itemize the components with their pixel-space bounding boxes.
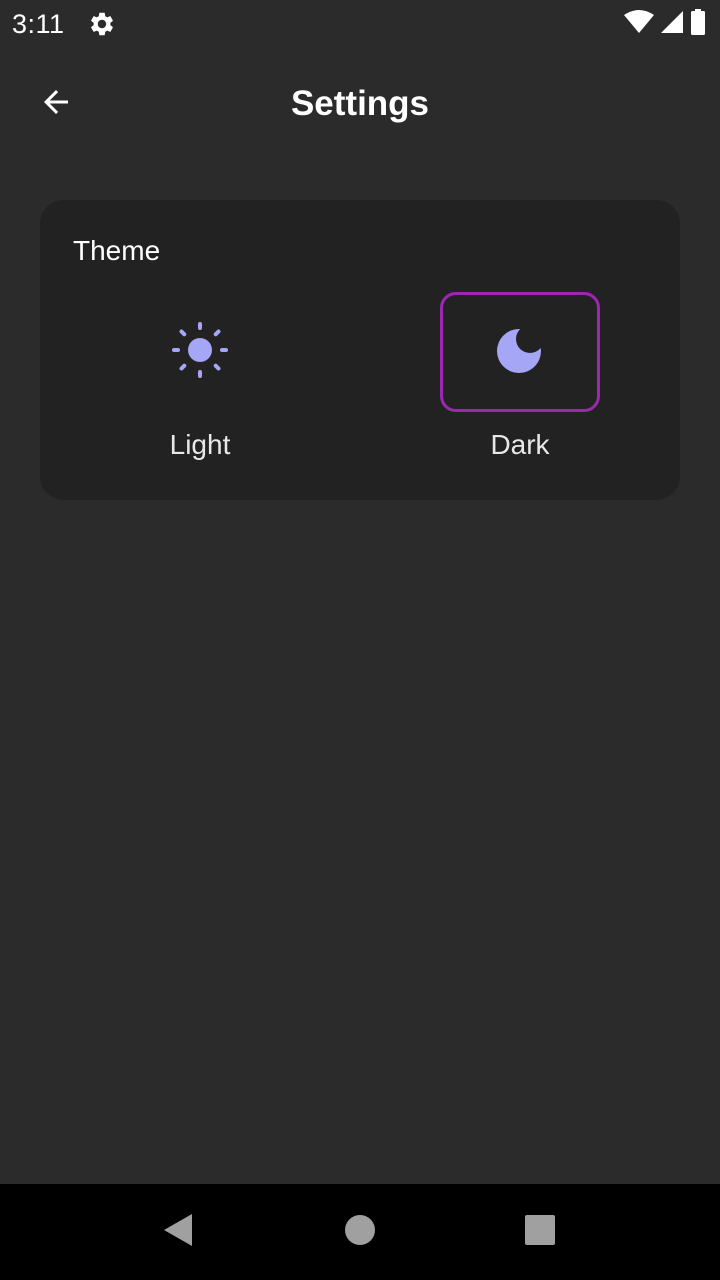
theme-option-light-label: Light — [169, 429, 231, 460]
theme-option-dark-label: Dark — [490, 429, 550, 460]
gear-icon — [88, 10, 116, 38]
cellular-signal-icon — [660, 10, 684, 39]
app-bar: Settings — [0, 56, 720, 152]
sun-icon — [170, 320, 230, 385]
back-triangle-icon — [162, 1213, 194, 1252]
status-icons — [624, 8, 706, 40]
status-bar: 3:11 — [0, 0, 720, 48]
moon-icon — [495, 325, 545, 380]
home-circle-icon — [344, 1214, 376, 1251]
theme-option-dark-icon-box — [440, 292, 600, 412]
theme-option-light[interactable]: Light — [120, 292, 280, 472]
theme-option-light-icon-box — [120, 292, 280, 412]
battery-icon — [690, 8, 706, 40]
nav-back-button[interactable] — [154, 1208, 202, 1256]
nav-home-button[interactable] — [336, 1208, 384, 1256]
arrow-left-icon — [38, 84, 74, 125]
back-button[interactable] — [24, 76, 88, 132]
system-nav-bar — [0, 1184, 720, 1280]
theme-card-title: Theme — [73, 235, 161, 266]
recents-square-icon — [524, 1214, 556, 1251]
theme-card: Theme Light Dark — [40, 200, 680, 500]
wifi-icon — [624, 9, 654, 39]
nav-recents-button[interactable] — [516, 1208, 564, 1256]
page-title: Settings — [290, 84, 430, 123]
theme-option-dark[interactable]: Dark — [440, 292, 600, 472]
status-time: 3:11 — [12, 9, 65, 39]
